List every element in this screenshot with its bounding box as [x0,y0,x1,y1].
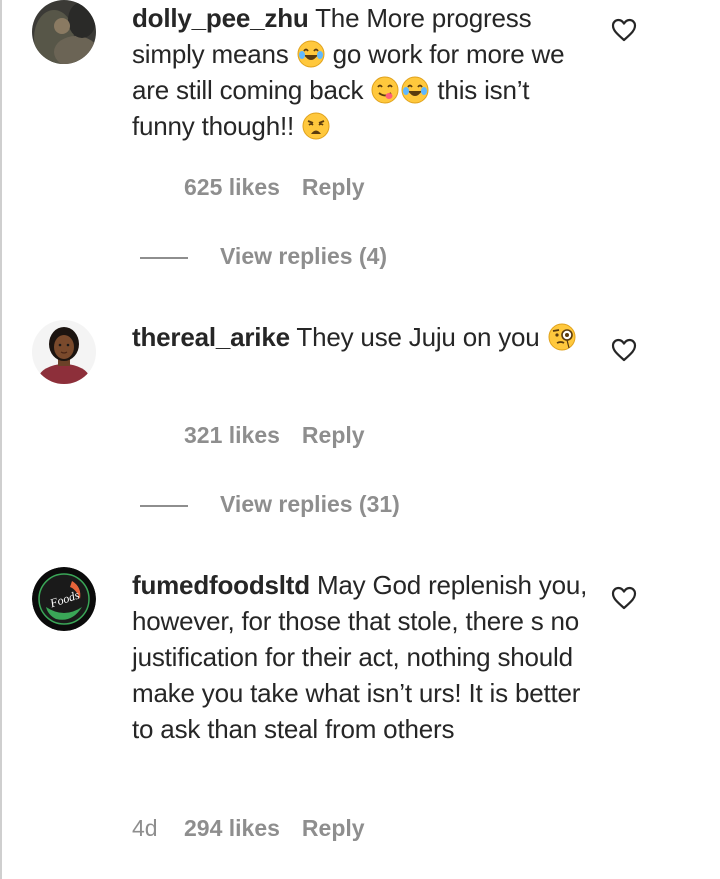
view-replies-button[interactable]: View replies (31) [140,491,400,518]
frame-edge [0,0,2,879]
view-replies-line [140,256,188,259]
comment-text: fumedfoodsltd May God replenish you, how… [132,567,592,747]
comment-meta: 321 likes Reply [132,422,365,449]
brand-logo: Foods [32,567,96,631]
comment-username[interactable]: dolly_pee_zhu [132,3,309,33]
likes-count[interactable]: 294 likes [184,815,280,842]
comment-meta: 4d 294 likes Reply [132,815,365,842]
avatar-photo [32,320,96,384]
view-replies-label: View replies (4) [220,243,388,269]
face-with-tears-of-joy-icon [297,40,325,68]
comment-meta: 625 likes Reply [132,174,365,201]
avatar[interactable] [32,320,96,384]
likes-count[interactable]: 321 likes [184,422,280,449]
view-replies-label: View replies (31) [220,491,400,517]
comment-text-segment: They use Juju on you [296,322,540,352]
view-replies-button[interactable]: View replies (4) [140,243,387,270]
comment-time: 4d [132,815,158,841]
reply-button[interactable]: Reply [302,174,365,201]
reply-button[interactable]: Reply [302,815,365,842]
likes-count[interactable]: 625 likes [184,174,280,201]
face-with-monocle-icon [548,323,576,351]
comment-username[interactable]: fumedfoodsltd [132,570,310,600]
avatar[interactable] [32,0,96,64]
face-savoring-food-icon [371,76,399,104]
comment-username[interactable]: thereal_arike [132,322,290,352]
avatar[interactable]: Foods [32,567,96,631]
avatar-photo [32,0,96,64]
weary-face-icon [302,112,330,140]
comment-text: dolly_pee_zhu The More progress simply m… [132,0,592,144]
like-heart-icon[interactable] [611,338,637,362]
like-heart-icon[interactable] [611,586,637,610]
reply-button[interactable]: Reply [302,422,365,449]
view-replies-line [140,504,188,507]
like-heart-icon[interactable] [611,18,637,42]
comment-text: thereal_arike They use Juju on you [132,319,592,355]
face-with-tears-of-joy-icon [401,76,429,104]
